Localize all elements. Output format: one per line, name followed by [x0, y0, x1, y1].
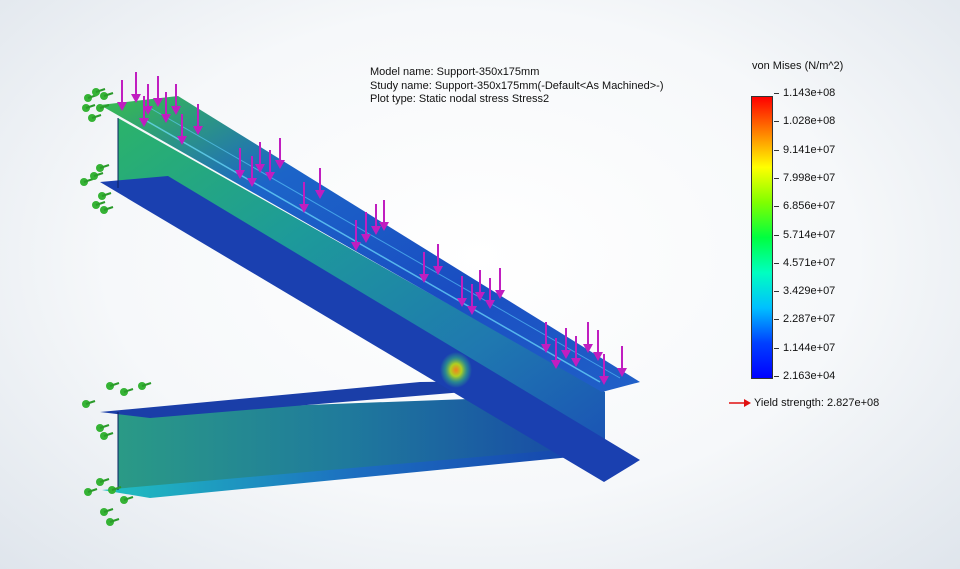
stress-hotspot — [440, 352, 472, 388]
study-info: Model name: Support-350x175mm Study name… — [370, 66, 663, 107]
plot-type: Plot type: Static nodal stress Stress2 — [370, 93, 550, 105]
colorbar-tick-label: 3.429e+07 — [773, 285, 836, 298]
yield-arrow-icon — [729, 399, 751, 407]
colorbar-tick-label: 1.028e+08 — [773, 115, 836, 128]
legend-title: von Mises (N/m^2) — [752, 60, 844, 72]
colorbar-tick-label: 2.287e+07 — [773, 313, 836, 326]
colorbar-tick-label: 1.143e+08 — [773, 87, 836, 99]
colorbar-tick-label: 6.856e+07 — [773, 200, 836, 213]
colorbar-tick-label: 5.714e+07 — [773, 228, 836, 241]
study-name: Study name: Support-350x175mm(-Default<A… — [370, 79, 664, 92]
colorbar-tick-label: 9.141e+07 — [773, 143, 836, 156]
yield-strength-label: Yield strength: 2.827e+08 — [754, 397, 880, 409]
colorbar-tick-label: 7.998e+07 — [773, 171, 836, 184]
colorbar-tick-label: 4.571e+07 — [773, 256, 836, 269]
colorbar-tick-label: 2.163e+04 — [773, 370, 836, 382]
model-name: Model name: Support-350x175mm — [370, 66, 540, 78]
colorbar-tick-label: 1.144e+07 — [773, 341, 836, 354]
stress-colorbar — [751, 96, 773, 379]
yield-strength: Yield strength: 2.827e+08 — [728, 397, 879, 409]
